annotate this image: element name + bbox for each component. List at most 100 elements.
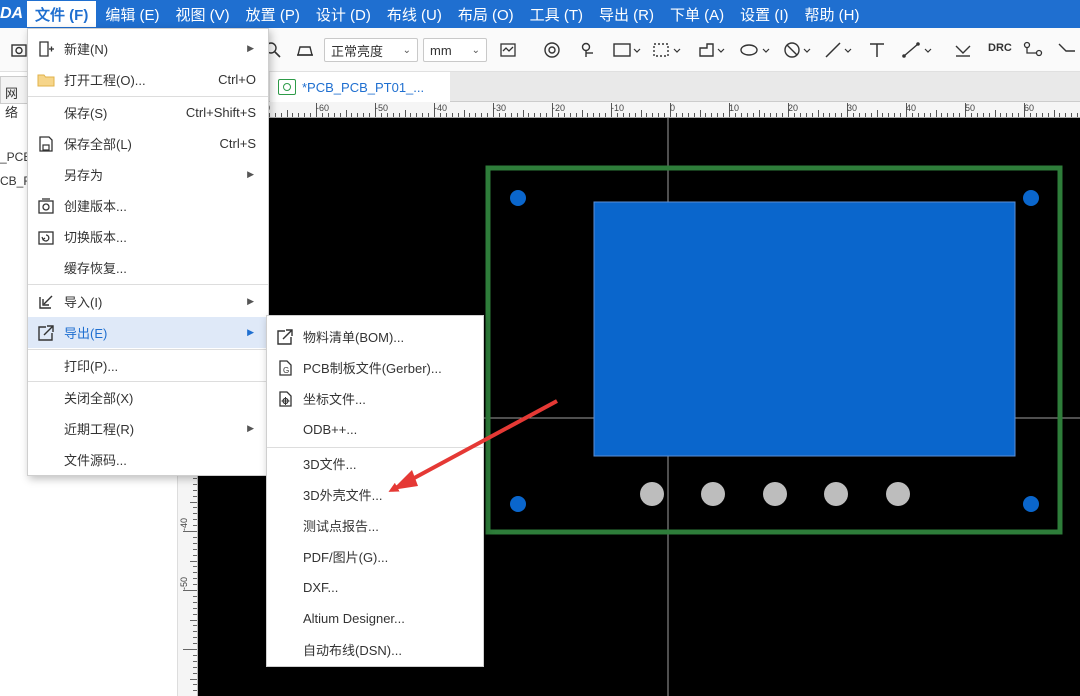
via-icon[interactable] (541, 39, 563, 61)
ruler-tick (782, 113, 784, 117)
menu-layout[interactable]: 布局 (O) (450, 0, 522, 28)
menu-item-label: 另存为 (64, 168, 104, 183)
submenu-item-test-point-report[interactable]: 测试点报告... (267, 510, 483, 541)
ruler-tick (540, 113, 542, 117)
ruler-tick (681, 113, 683, 117)
submenu-item-3d-shell[interactable]: 3D外壳文件... (267, 479, 483, 510)
submenu-item-altium[interactable]: Altium Designer... (267, 603, 483, 634)
ruler-tick (923, 113, 925, 117)
ruler-tick (811, 113, 813, 117)
ruler-tick (717, 113, 719, 117)
ruler-label: 10 (729, 103, 740, 113)
menu-place[interactable]: 放置 (P) (238, 0, 308, 28)
menu-item-new[interactable]: 新建(N) ▶ (28, 33, 268, 64)
polygon-icon[interactable] (696, 39, 728, 61)
export-submenu: 物料清单(BOM)... G PCB制板文件(Gerber)... 坐标文件..… (266, 315, 484, 667)
menu-export[interactable]: 导出 (R) (591, 0, 662, 28)
return-icon[interactable] (952, 39, 974, 61)
submenu-arrow-icon: ▶ (247, 327, 254, 337)
lcd-module-footprint (593, 201, 1016, 457)
submenu-item-coordinate[interactable]: 坐标文件... (267, 383, 483, 414)
ruler-tick (793, 113, 795, 117)
ruler-tick (900, 113, 902, 117)
menu-item-export[interactable]: 导出(E) ▶ (28, 317, 268, 348)
menu-tools[interactable]: 工具 (T) (522, 0, 591, 28)
menu-item-import[interactable]: 导入(I) ▶ (28, 286, 268, 317)
document-tab-title: *PCB_PCB_PT01_... (302, 79, 425, 95)
pin-icon[interactable] (577, 39, 599, 61)
menu-item-close-all[interactable]: 关闭全部(X) (28, 382, 268, 413)
ruler-tick (193, 578, 197, 580)
menu-item-print[interactable]: 打印(P)... (28, 350, 268, 381)
document-tab[interactable]: *PCB_PCB_PT01_... (270, 72, 450, 102)
menu-design[interactable]: 设计 (D) (308, 0, 379, 28)
drc-button[interactable]: DRC (988, 42, 1012, 54)
ruler-tick (988, 113, 990, 117)
submenu-item-pdf-image[interactable]: PDF/图片(G)... (267, 541, 483, 572)
ruler-tick (183, 531, 197, 532)
menu-item-open-project[interactable]: 打开工程(O)... Ctrl+O (28, 64, 268, 95)
ruler-tick (183, 590, 197, 591)
ruler-tick (351, 113, 353, 117)
dimension-icon[interactable] (900, 39, 936, 61)
menu-route[interactable]: 布线 (U) (379, 0, 450, 28)
submenu-item-3d-file[interactable]: 3D文件... (267, 448, 483, 479)
submenu-item-dxf[interactable]: DXF... (267, 572, 483, 603)
ruler-tick (740, 113, 742, 117)
ruler-tick (190, 678, 197, 680)
ruler-label: -30 (493, 103, 507, 113)
ruler-tick (310, 113, 312, 117)
route-angle-icon[interactable] (1056, 39, 1078, 61)
ruler-label: 20 (788, 103, 799, 113)
rect-select-icon[interactable] (611, 39, 643, 61)
menu-item-file-source[interactable]: 文件源码... (28, 444, 268, 475)
left-panel-tab[interactable]: 网络 (0, 76, 30, 120)
ruler-tick (1035, 113, 1037, 117)
menu-order[interactable]: 下单 (A) (662, 0, 732, 28)
line-icon[interactable] (823, 39, 855, 61)
menu-item-save[interactable]: 保存(S) Ctrl+Shift+S (28, 97, 268, 128)
menu-view[interactable]: 视图 (V) (168, 0, 238, 28)
ruler-tick (1053, 110, 1055, 117)
dashed-rect-icon[interactable] (651, 39, 683, 61)
menu-item-switch-version[interactable]: 切换版本... (28, 221, 268, 252)
submenu-item-gerber[interactable]: G PCB制板文件(Gerber)... (267, 352, 483, 383)
submenu-item-label: PDF/图片(G)... (303, 550, 389, 565)
ruler-tick (190, 560, 197, 562)
submenu-item-label: 坐标文件... (303, 392, 366, 407)
ruler-tick (193, 542, 197, 544)
menu-file[interactable]: 文件 (F) (26, 0, 98, 28)
menu-settings[interactable]: 设置 (I) (732, 0, 796, 28)
iron-icon[interactable] (294, 39, 316, 61)
ruler-tick (652, 113, 654, 117)
menu-item-save-as[interactable]: 另存为 ▶ (28, 159, 268, 190)
ruler-tick (280, 113, 282, 117)
save-all-icon (39, 136, 53, 152)
ruler-tick (658, 113, 660, 117)
menu-item-create-version[interactable]: 创建版本... (28, 190, 268, 221)
forbidden-region-icon[interactable] (782, 39, 814, 61)
ruler-tick (410, 113, 412, 117)
measure-icon[interactable] (497, 39, 519, 61)
brightness-select[interactable]: 正常亮度 ⌄ (324, 38, 418, 62)
submenu-item-auto-route-dsn[interactable]: 自动布线(DSN)... (267, 634, 483, 665)
menu-item-shortcut: Ctrl+O (218, 72, 256, 87)
menu-help[interactable]: 帮助 (H) (797, 0, 868, 28)
ruler-tick (416, 113, 418, 117)
unit-select[interactable]: mm ⌄ (423, 38, 487, 62)
menu-item-recent-projects[interactable]: 近期工程(R) ▶ (28, 413, 268, 444)
ruler-tick (941, 113, 943, 117)
menu-edit[interactable]: 编辑 (E) (97, 0, 167, 28)
ruler-tick (193, 584, 197, 586)
menu-item-save-all[interactable]: 保存全部(L) Ctrl+S (28, 128, 268, 159)
ellipse-icon[interactable] (738, 39, 774, 61)
submenu-item-bom[interactable]: 物料清单(BOM)... (267, 321, 483, 352)
ruler-tick (994, 110, 996, 117)
submenu-item-odb[interactable]: ODB++... (267, 414, 483, 445)
menu-item-cache-restore[interactable]: 缓存恢复... (28, 252, 268, 283)
route-icon[interactable] (1022, 39, 1044, 61)
text-icon[interactable] (866, 39, 888, 61)
ruler-tick (894, 113, 896, 117)
ruler-tick (193, 690, 197, 692)
ruler-tick (193, 489, 197, 491)
